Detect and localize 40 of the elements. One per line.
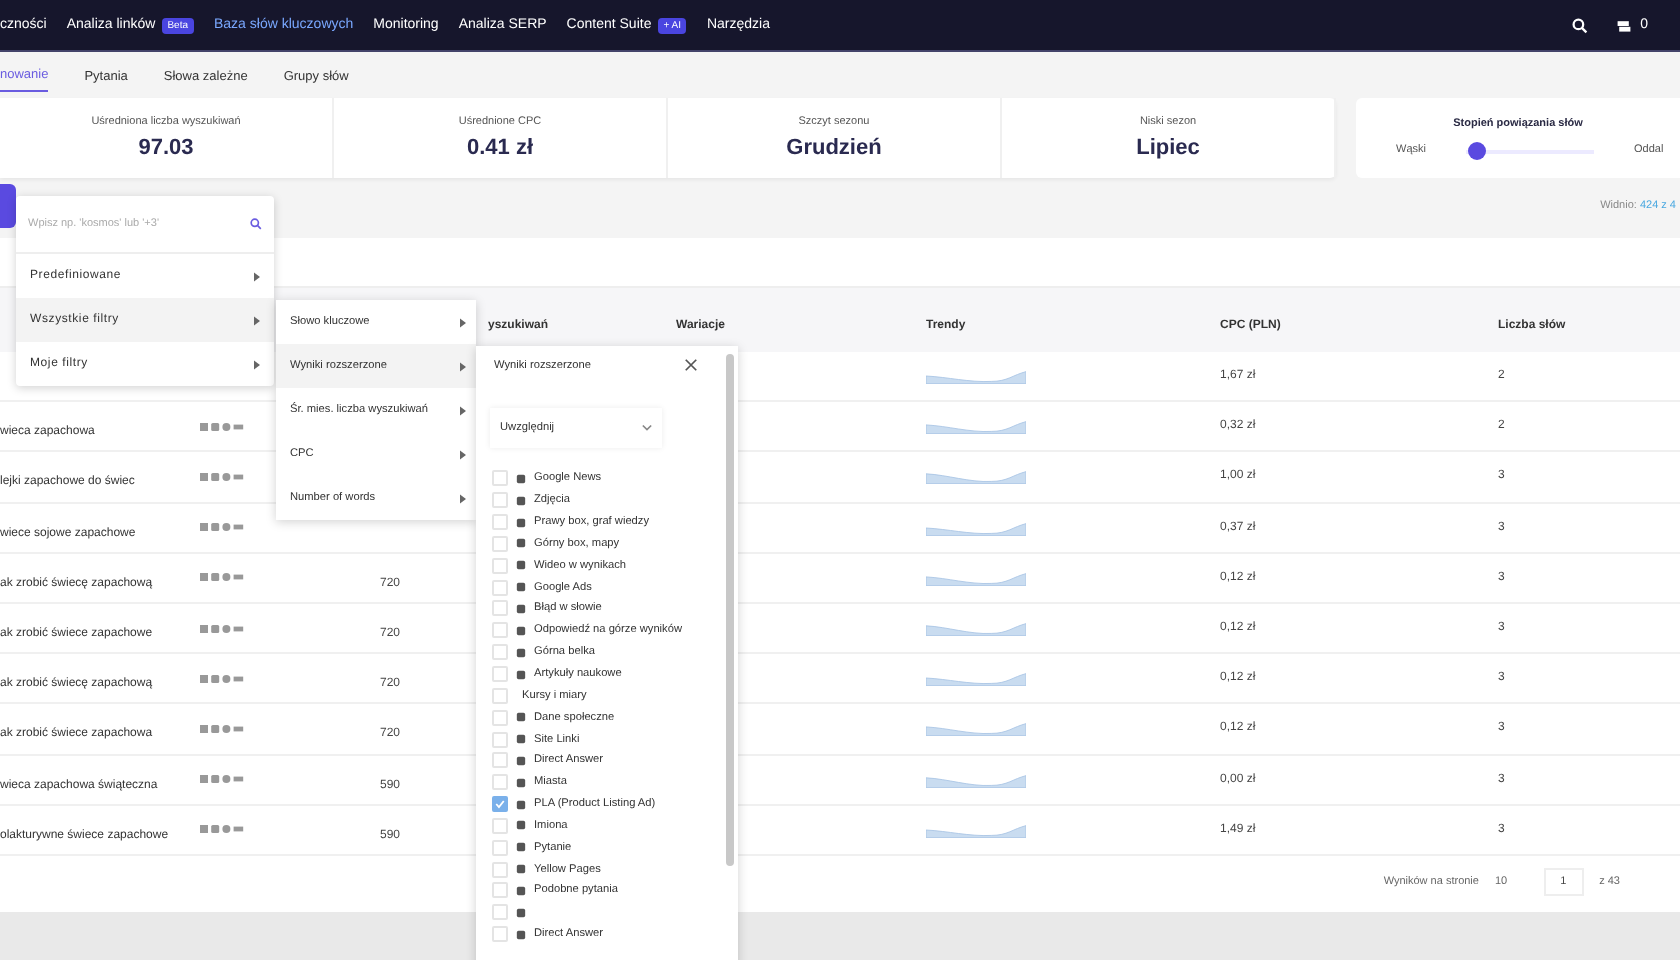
serp-features-drawing — [200, 723, 248, 734]
trend-sparkline — [926, 569, 1026, 586]
stack-icon[interactable] — [1616, 17, 1633, 33]
trend-sparkline — [926, 519, 1026, 536]
caret-icon — [254, 315, 260, 325]
filter-button[interactable] — [0, 184, 16, 228]
trend-sparkline — [926, 468, 1026, 485]
slider-thumb[interactable] — [1468, 141, 1487, 159]
stat-value: Lipiec — [1136, 136, 1200, 160]
serp-features-drawing — [200, 471, 248, 482]
trend-sparkline — [926, 821, 1026, 838]
trend-sparkline — [926, 720, 1026, 737]
serp-features-drawing — [200, 421, 248, 432]
caret-icon — [460, 405, 466, 415]
serp-features-drawing — [200, 824, 248, 835]
close-icon[interactable] — [684, 358, 698, 372]
trend-sparkline — [926, 620, 1026, 637]
search-icon — [250, 218, 262, 230]
checkbox[interactable] — [492, 796, 508, 813]
caret-icon — [254, 359, 260, 369]
trend-sparkline — [926, 670, 1026, 687]
caret-icon — [460, 317, 466, 327]
search-icon[interactable] — [1572, 17, 1589, 33]
serp-features-drawing — [200, 522, 248, 533]
caret-icon — [460, 361, 466, 371]
stat-value: 0.41 zł — [466, 136, 534, 160]
serp-features-drawing — [200, 774, 248, 785]
caret-icon — [254, 271, 260, 281]
caret-icon — [460, 493, 466, 503]
trend-sparkline — [926, 368, 1026, 385]
chevron-icon — [642, 424, 652, 432]
trend-sparkline — [926, 771, 1026, 788]
stat-value: 97.03 — [138, 136, 194, 160]
serp-features-drawing — [200, 572, 248, 583]
serp-features-drawing — [200, 623, 248, 634]
trend-sparkline — [926, 418, 1026, 435]
stat-value: Grudzień — [786, 136, 882, 160]
caret-icon — [460, 449, 466, 459]
serp-features-drawing — [200, 673, 248, 684]
scrollbar[interactable] — [726, 354, 734, 866]
